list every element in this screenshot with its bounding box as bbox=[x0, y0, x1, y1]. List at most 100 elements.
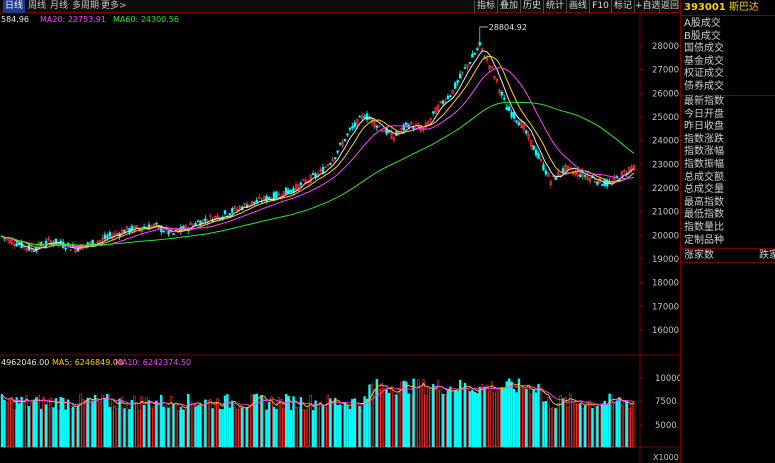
volume-bar bbox=[368, 384, 371, 448]
price-tick-label: 24000 bbox=[652, 137, 679, 147]
candle-body bbox=[500, 92, 503, 96]
candle-body bbox=[253, 201, 256, 204]
candle-body bbox=[108, 232, 112, 237]
side-item: 基金成交 bbox=[684, 55, 724, 67]
volume-bar bbox=[138, 409, 141, 448]
candle-body bbox=[106, 235, 109, 238]
volume-bar bbox=[307, 406, 310, 448]
volume-bar bbox=[0, 394, 4, 448]
back-button[interactable]: 返回 bbox=[659, 0, 680, 13]
candle-body bbox=[601, 184, 604, 186]
volume-bar bbox=[471, 389, 474, 448]
candle-body bbox=[503, 97, 506, 100]
volume-bar bbox=[44, 404, 48, 448]
candle-body bbox=[275, 191, 278, 198]
history-button[interactable]: 历史 bbox=[520, 0, 543, 13]
volume-bar bbox=[120, 396, 124, 448]
candle-body bbox=[517, 122, 521, 126]
candle-body bbox=[375, 125, 379, 128]
volume-bar bbox=[17, 403, 21, 448]
candle-body bbox=[456, 80, 459, 83]
volume-bar bbox=[69, 408, 72, 448]
overlay-button[interactable]: 叠加 bbox=[497, 0, 520, 13]
volume-bar bbox=[503, 388, 506, 448]
volume-bar bbox=[329, 398, 332, 448]
security-code: 393001 bbox=[684, 2, 726, 13]
volume-bar bbox=[39, 408, 43, 448]
volume-bar bbox=[429, 389, 432, 448]
volume-bar bbox=[490, 381, 494, 448]
period-tab-monthly[interactable]: 月线 bbox=[50, 0, 68, 13]
volume-bar bbox=[598, 404, 602, 448]
price-tick-label: 19000 bbox=[652, 255, 679, 265]
volume-bar bbox=[71, 406, 75, 448]
volume-bar bbox=[233, 407, 236, 448]
volume-bar bbox=[343, 402, 347, 448]
candle-body bbox=[299, 182, 303, 186]
decliners-label: 跌家 bbox=[759, 250, 775, 261]
volume-bar bbox=[493, 392, 496, 448]
period-tab-weekly[interactable]: 周线 bbox=[28, 0, 46, 13]
volume-bar bbox=[556, 403, 560, 448]
candle-body bbox=[542, 164, 545, 171]
volume-bar bbox=[98, 400, 102, 448]
candle-body bbox=[103, 234, 107, 240]
candle-body bbox=[167, 231, 170, 235]
volume-bar bbox=[324, 407, 327, 448]
candle-body bbox=[343, 138, 347, 142]
volume-bar bbox=[593, 403, 597, 448]
volume-bar bbox=[507, 378, 511, 448]
statistics-button[interactable]: 统计 bbox=[543, 0, 566, 13]
volume-bar bbox=[30, 402, 33, 448]
volume-bar bbox=[454, 390, 457, 448]
period-tab-daily[interactable]: 日线 bbox=[3, 0, 26, 13]
candle-body bbox=[449, 95, 452, 98]
candle-body bbox=[76, 248, 80, 252]
volume-bar bbox=[221, 409, 224, 448]
candle-body bbox=[510, 112, 513, 118]
volume-bar bbox=[495, 389, 499, 448]
volume-bar bbox=[456, 390, 459, 448]
volume-bar bbox=[189, 401, 192, 448]
volume-bar bbox=[561, 398, 565, 448]
volume-bar bbox=[618, 397, 621, 448]
volume-bar bbox=[260, 394, 263, 448]
volume-tick-label: 10000 bbox=[655, 374, 680, 384]
volume-bar bbox=[128, 409, 131, 448]
volume-bar bbox=[194, 406, 197, 448]
volume-bar bbox=[108, 406, 112, 448]
volume-bar bbox=[525, 388, 528, 448]
volume-bar bbox=[547, 396, 550, 448]
volume-bar bbox=[292, 396, 295, 448]
volume-bar bbox=[5, 402, 9, 448]
candle-body bbox=[321, 167, 325, 174]
candle-body bbox=[507, 106, 511, 111]
volume-bar bbox=[336, 405, 339, 448]
mark-button[interactable]: 标记 bbox=[611, 0, 634, 13]
volume-bar bbox=[216, 398, 219, 448]
volume-bar bbox=[236, 409, 239, 448]
candle-body bbox=[532, 145, 535, 151]
indicator-button[interactable]: 指标 bbox=[474, 0, 497, 13]
price-tick-label: 16000 bbox=[652, 326, 679, 336]
volume-bar bbox=[417, 379, 420, 448]
period-tab-multi[interactable]: 多周期 bbox=[72, 0, 99, 13]
period-tab-more[interactable]: 更多> bbox=[101, 0, 127, 13]
candle-body bbox=[353, 122, 356, 127]
side-item: 指数涨跌 bbox=[684, 133, 724, 145]
side-item: 最低指数 bbox=[684, 209, 724, 221]
candle-body bbox=[346, 133, 349, 136]
candle-body bbox=[534, 149, 538, 156]
volume-bar bbox=[145, 397, 148, 448]
volume-bar bbox=[539, 389, 543, 448]
volume-bar bbox=[574, 402, 577, 448]
candle-body bbox=[365, 113, 369, 120]
volume-bar bbox=[498, 387, 501, 448]
candlestick-chart[interactable]: 28000 27000 26000 25000 24000 23000 22000 21000… bbox=[0, 14, 680, 463]
add-watchlist-button[interactable]: +自选 bbox=[634, 0, 661, 13]
volume-bar bbox=[409, 394, 413, 448]
draw-line-button[interactable]: 画线 bbox=[566, 0, 589, 13]
volume-bar bbox=[238, 406, 241, 448]
f10-button[interactable]: F10 bbox=[589, 0, 611, 13]
volume-bar bbox=[240, 407, 244, 448]
